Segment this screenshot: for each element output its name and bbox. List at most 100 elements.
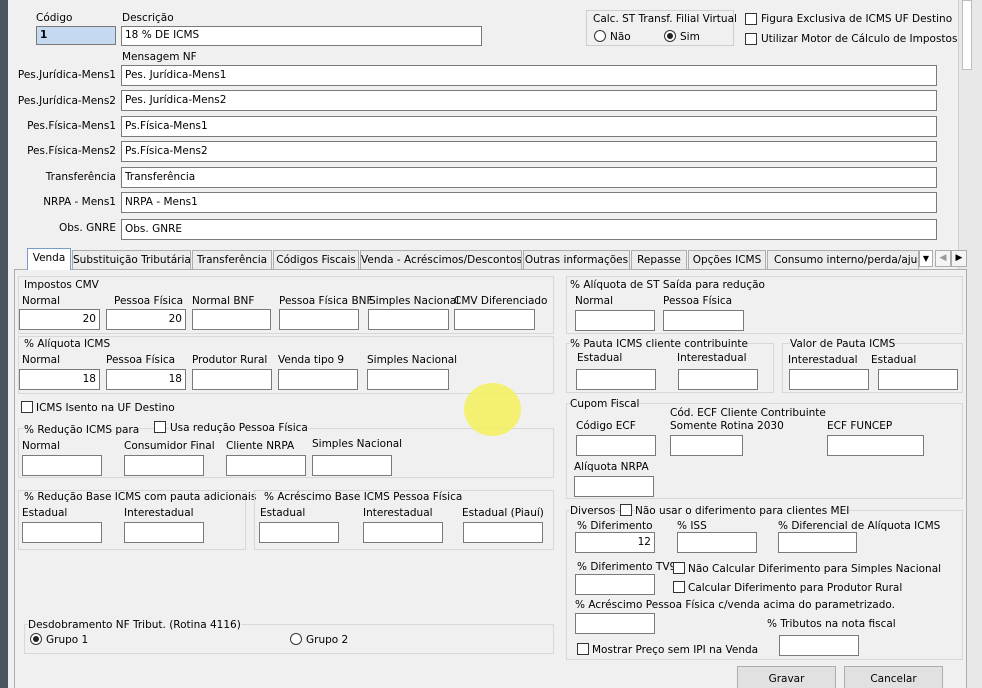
aliquota-produtor-input[interactable] xyxy=(192,369,272,390)
reducao-base-title: % Redução Base ICMS com pauta adicionais xyxy=(24,491,257,503)
tab-codigos-fiscais[interactable]: Códigos Fiscais xyxy=(273,250,359,269)
msg-label-pf1: Pes.Física-Mens1 xyxy=(27,120,116,132)
aliquota-pf-input[interactable]: 18 xyxy=(106,369,186,390)
tab-venda[interactable]: Venda xyxy=(27,248,71,270)
diversos-title: Diversos xyxy=(570,505,616,517)
codigo-input[interactable]: 1 xyxy=(36,26,116,45)
calc-st-sim-label: Sim xyxy=(680,31,700,43)
msg-label-pf2: Pes.Física-Mens2 xyxy=(27,145,116,157)
figura-exclusiva-checkbox[interactable] xyxy=(745,13,757,25)
aliquota-venda9-input[interactable] xyxy=(278,369,358,390)
tributos-nota-label: % Tributos na nota fiscal xyxy=(767,618,896,630)
pauta-interestadual-label: Interestadual xyxy=(677,352,747,364)
cupom-fiscal-title: Cupom Fiscal xyxy=(570,398,640,410)
tab-scroll-left[interactable]: ◀ xyxy=(935,250,951,267)
calc-st-nao-radio[interactable] xyxy=(594,30,606,42)
reducao-nrpa-label: Cliente NRPA xyxy=(226,440,295,452)
tab-scroll-right[interactable]: ▶ xyxy=(951,250,967,267)
tributos-nota-input[interactable] xyxy=(779,635,859,656)
grupo2-label: Grupo 2 xyxy=(306,634,349,646)
msg-input-pf1[interactable]: Ps.Física-Mens1 xyxy=(121,116,937,137)
mostrar-preco-label: Mostrar Preço sem IPI na Venda xyxy=(592,644,759,656)
diferimento-label: % Diferimento xyxy=(577,520,653,532)
reducao-nrpa-input[interactable] xyxy=(226,455,306,476)
reducao-consumidor-input[interactable] xyxy=(124,455,204,476)
aliquota-st-pf-input[interactable] xyxy=(663,310,744,331)
reducao-icms-title: % Redução ICMS para xyxy=(24,424,140,436)
diferimento-input[interactable]: 12 xyxy=(575,532,655,553)
reducao-normal-label: Normal xyxy=(22,440,60,452)
valor-pauta-title: Valor de Pauta ICMS xyxy=(790,338,896,350)
impostos-pf-input[interactable]: 20 xyxy=(106,309,186,330)
calc-produtor-checkbox[interactable] xyxy=(673,581,685,593)
impostos-normal-bnf-label: Normal BNF xyxy=(192,295,255,307)
diferencial-aliquota-input[interactable] xyxy=(778,532,857,553)
usa-reducao-pf-label: Usa redução Pessoa Física xyxy=(170,422,308,434)
pauta-interestadual-input[interactable] xyxy=(678,369,758,390)
aliquota-st-normal-input[interactable] xyxy=(575,310,655,331)
diferimento-tv9-input[interactable] xyxy=(575,574,655,595)
utilizar-motor-checkbox[interactable] xyxy=(745,33,757,45)
descricao-input[interactable]: 18 % DE ICMS xyxy=(121,26,482,46)
codigo-ecf-input[interactable] xyxy=(576,435,656,456)
msg-input-transf[interactable]: Transferência xyxy=(121,167,937,188)
tab-opcoes-icms[interactable]: Opções ICMS xyxy=(688,250,766,269)
impostos-pf-bnf-label: Pessoa Física BNF xyxy=(279,295,373,307)
tab-venda-acrescimos[interactable]: Venda - Acréscimos/Descontos xyxy=(360,250,522,269)
pauta-estadual-input[interactable] xyxy=(576,369,656,390)
acrescimo-pf-input[interactable] xyxy=(575,613,655,634)
iss-input[interactable] xyxy=(677,532,757,553)
tab-dropdown-button[interactable]: ▼ xyxy=(919,250,933,267)
ecf-funcep-input[interactable] xyxy=(827,435,924,456)
impostos-normal-bnf-input[interactable] xyxy=(192,309,271,330)
tab-substituicao-tributaria[interactable]: Substituição Tributária xyxy=(72,250,191,269)
chevron-right-icon: ▶ xyxy=(955,253,963,263)
valor-pauta-interestadual-input[interactable] xyxy=(789,369,869,390)
acrescimo-piaui-input[interactable] xyxy=(463,522,543,543)
nao-calc-simples-checkbox[interactable] xyxy=(673,562,685,574)
window-left-edge xyxy=(0,0,8,688)
impostos-normal-input[interactable]: 20 xyxy=(19,309,100,330)
reducao-base-estadual-input[interactable] xyxy=(22,522,102,543)
msg-input-gnre[interactable]: Obs. GNRE xyxy=(121,219,937,240)
reducao-simples-input[interactable] xyxy=(312,455,392,476)
msg-input-pj1[interactable]: Pes. Jurídica-Mens1 xyxy=(121,65,937,86)
msg-input-nrpa[interactable]: NRPA - Mens1 xyxy=(121,192,937,213)
acrescimo-piaui-label: Estadual (Piauí) xyxy=(462,507,544,519)
msg-input-pf2[interactable]: Ps.Física-Mens2 xyxy=(121,141,937,162)
tab-transferencia[interactable]: Transferência xyxy=(192,250,272,269)
nao-usar-mei-checkbox[interactable] xyxy=(620,504,632,516)
reducao-base-interestadual-input[interactable] xyxy=(124,522,204,543)
aliquota-normal-input[interactable]: 18 xyxy=(19,369,100,390)
mostrar-preco-checkbox[interactable] xyxy=(577,643,589,655)
valor-pauta-estadual-input[interactable] xyxy=(878,369,958,390)
aliquota-simples-input[interactable] xyxy=(367,369,449,390)
chevron-down-icon: ▼ xyxy=(922,254,930,263)
aliquota-nrpa-label: Alíquota NRPA xyxy=(574,461,649,473)
grupo1-radio[interactable] xyxy=(30,633,42,645)
msg-input-pj2[interactable]: Pes. Jurídica-Mens2 xyxy=(121,90,937,111)
reducao-normal-input[interactable] xyxy=(22,455,102,476)
cancelar-button[interactable]: Cancelar xyxy=(844,666,943,688)
cod-ecf-cliente-label: Cód. ECF Cliente Contribuinte xyxy=(670,407,826,419)
diferencial-aliquota-label: % Diferencial de Alíquota ICMS xyxy=(778,520,941,532)
grupo2-radio[interactable] xyxy=(290,633,302,645)
tab-outras-informacoes[interactable]: Outras informações xyxy=(523,250,630,269)
valor-pauta-estadual-label: Estadual xyxy=(871,354,917,366)
msg-label-transf: Transferência xyxy=(45,171,116,183)
gravar-button[interactable]: Gravar xyxy=(737,666,836,688)
aliquota-nrpa-input[interactable] xyxy=(574,476,654,497)
impostos-simples-input[interactable] xyxy=(368,309,449,330)
calc-st-sim-radio[interactable] xyxy=(664,30,676,42)
scrollbar-thumb[interactable] xyxy=(962,0,972,70)
usa-reducao-pf-checkbox[interactable] xyxy=(154,421,166,433)
acrescimo-interestadual-input[interactable] xyxy=(363,522,443,543)
tab-consumo-interno[interactable]: Consumo interno/perda/ajuste xyxy=(767,250,919,269)
impostos-cmv-dif-input[interactable] xyxy=(454,309,535,330)
codigo-label: Código xyxy=(36,12,73,24)
tab-repasse[interactable]: Repasse xyxy=(631,250,687,269)
acrescimo-estadual-input[interactable] xyxy=(259,522,339,543)
impostos-pf-bnf-input[interactable] xyxy=(279,309,359,330)
cod-ecf-cliente-input[interactable] xyxy=(670,435,743,456)
icms-isento-checkbox[interactable] xyxy=(21,401,33,413)
